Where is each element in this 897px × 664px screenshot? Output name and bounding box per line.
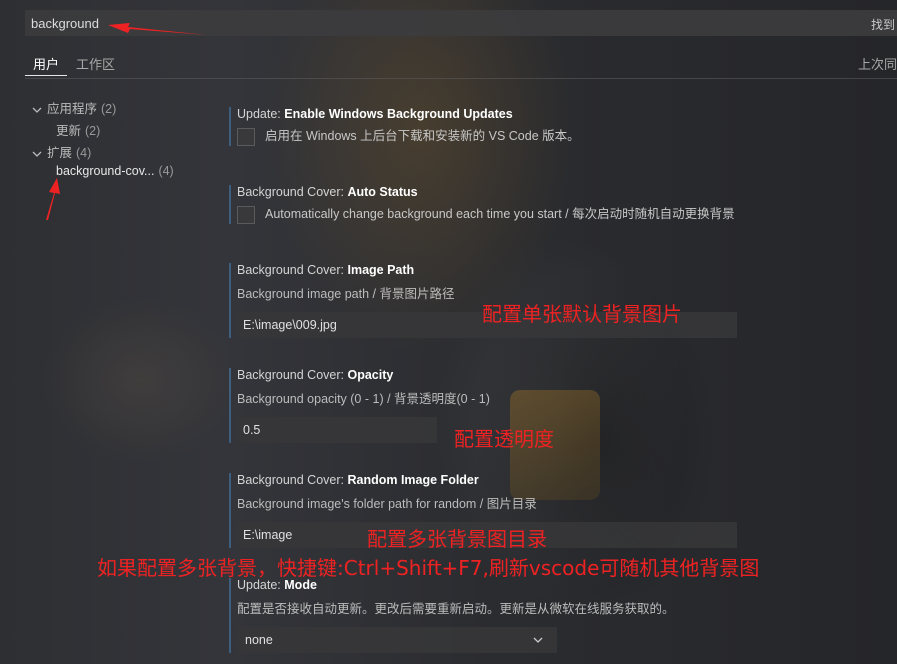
toc-item-background-cover[interactable]: background-cov... (4) <box>56 164 174 178</box>
opacity-input[interactable] <box>237 417 437 443</box>
settings-search-input[interactable] <box>31 14 791 32</box>
annotation-multi-folder: 配置多张背景图目录 <box>367 527 547 551</box>
select-value: none <box>245 633 273 647</box>
setting-title: Background Cover: Image Path <box>237 263 415 277</box>
setting-title: Background Cover: Opacity <box>237 368 394 382</box>
setting-background-cover-auto-status: Background Cover: Auto Status Automatica… <box>229 185 837 224</box>
chevron-down-icon <box>533 637 543 643</box>
setting-update-enable-windows-background-updates: Update: Enable Windows Background Update… <box>229 107 837 146</box>
toc-label: background-cov... <box>56 164 155 178</box>
toc-label: 更新 <box>56 124 82 138</box>
tab-user[interactable]: 用户 <box>33 54 59 73</box>
setting-checkbox-row: 启用在 Windows 上后台下载和安装新的 VS Code 版本。 <box>237 125 837 146</box>
setting-description: Background opacity (0 - 1) / 背景透明度(0 - 1… <box>237 392 490 406</box>
setting-title: Update: Enable Windows Background Update… <box>237 107 513 121</box>
chevron-down-icon <box>32 151 42 157</box>
setting-checkbox-row: Automatically change background each tim… <box>237 203 837 224</box>
settings-scope-tabs: 用户 工作区 上次同 <box>25 48 897 78</box>
toc-count: (4) <box>76 146 92 160</box>
tab-right-label[interactable]: 上次同 <box>858 54 897 73</box>
toc-count: (2) <box>101 102 117 116</box>
chevron-down-icon <box>32 107 42 113</box>
toc-label: 扩展 <box>47 146 73 160</box>
annotation-opacity: 配置透明度 <box>454 427 554 451</box>
tab-workspace[interactable]: 工作区 <box>76 54 115 73</box>
search-result-count: 找到 <box>870 18 895 32</box>
setting-checkbox[interactable] <box>237 205 255 224</box>
setting-description: 配置是否接收自动更新。更改后需要重新启动。更新是从微软在线服务获取的。 <box>237 602 675 616</box>
setting-description: Background image's folder path for rando… <box>237 497 537 511</box>
toc-count: (4) <box>158 164 174 178</box>
annotation-shortcut-hint: 如果配置多张背景，快捷键:Ctrl+Shift+F7,刷新vscode可随机其他… <box>97 556 760 580</box>
toc-label: 应用程序 <box>47 102 98 116</box>
setting-checkbox[interactable] <box>237 127 255 146</box>
arrow-icon <box>46 178 60 220</box>
toc-item-extensions[interactable]: 扩展 (4) <box>32 142 91 161</box>
tabs-divider <box>25 78 897 79</box>
checkbox-label: 启用在 Windows 上后台下载和安装新的 VS Code 版本。 <box>265 129 580 143</box>
active-tab-indicator <box>25 75 67 76</box>
checkbox-label: Automatically change background each tim… <box>265 207 735 221</box>
annotation-single-image: 配置单张默认背景图片 <box>482 302 682 326</box>
setting-update-mode: Update: Mode 配置是否接收自动更新。更改后需要重新启动。更新是从微软… <box>229 578 837 653</box>
toc-count: (2) <box>85 124 101 138</box>
settings-search-bar: 找到 <box>25 10 897 36</box>
setting-title: Background Cover: Random Image Folder <box>237 473 479 487</box>
update-mode-select[interactable]: none <box>237 627 557 653</box>
toc-item-update[interactable]: 更新 (2) <box>56 120 100 139</box>
setting-title: Background Cover: Auto Status <box>237 185 418 199</box>
toc-item-application[interactable]: 应用程序 (2) <box>32 98 116 117</box>
